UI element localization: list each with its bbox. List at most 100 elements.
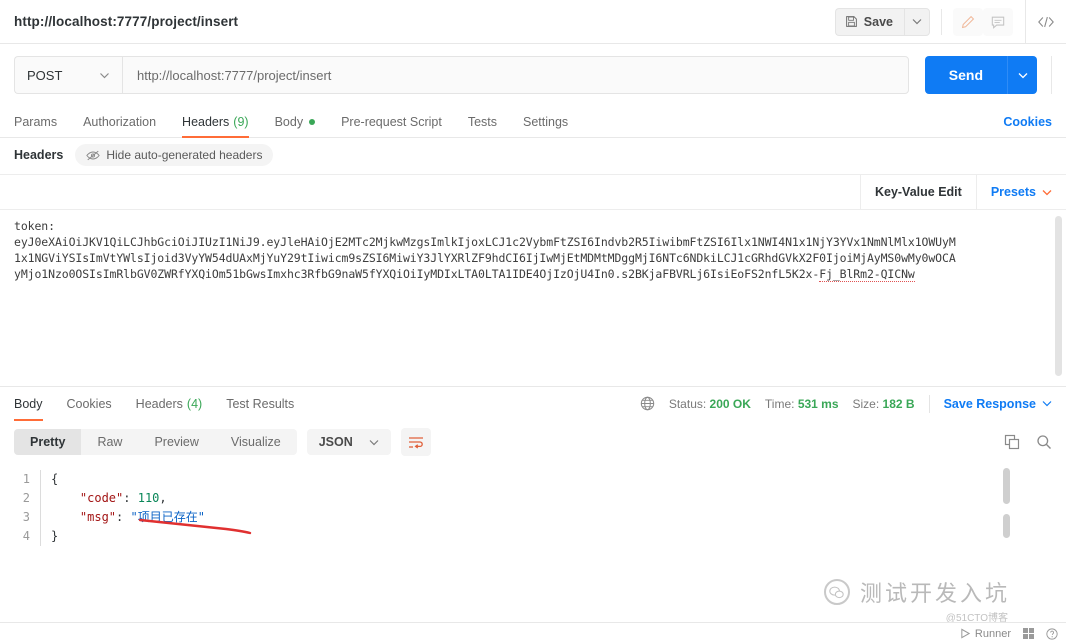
status-label: Status: xyxy=(668,396,707,411)
tab-body[interactable]: Body xyxy=(275,106,316,138)
headers-sub-bar: Headers Hide auto-generated headers xyxy=(0,138,1066,172)
response-tab-body[interactable]: Body xyxy=(14,387,43,421)
globe-icon xyxy=(640,396,655,411)
body-view-preview[interactable]: Preview xyxy=(138,429,214,455)
save-button-label: Save xyxy=(863,14,893,29)
chevron-down-icon xyxy=(99,72,110,79)
body-view-raw[interactable]: Raw xyxy=(81,429,138,455)
tab-label: Headers xyxy=(135,396,183,411)
request-tabs: Params Authorization Headers (9) Body Pr… xyxy=(0,106,1066,138)
code-snippet-button[interactable] xyxy=(1026,15,1066,29)
code-text: "code": 110, xyxy=(51,489,167,508)
headers-token-panel[interactable]: token: eyJ0eXAiOiJKV1QiLCJhbGciOiJIUzI1N… xyxy=(0,210,1066,386)
comment-button[interactable] xyxy=(983,7,1013,36)
edit-request-button[interactable] xyxy=(953,7,983,36)
tab-label: Tests xyxy=(467,114,497,129)
save-options-button[interactable] xyxy=(904,7,930,36)
body-view-visualize[interactable]: Visualize xyxy=(215,429,297,455)
url-input[interactable]: http://localhost:7777/project/insert xyxy=(122,56,909,94)
method-label: POST xyxy=(27,67,63,83)
token-scrollbar[interactable] xyxy=(1055,216,1062,376)
search-icon[interactable] xyxy=(1036,434,1052,450)
code-line: 2 "code": 110, xyxy=(0,489,1066,508)
code-token: "项目已存在" xyxy=(130,510,205,524)
size-value: 182 B xyxy=(882,396,915,411)
code-token: : xyxy=(116,510,131,524)
response-body-toolbar: Pretty Raw Preview Visualize JSON xyxy=(0,420,1066,464)
tab-pre-request-script[interactable]: Pre-request Script xyxy=(341,106,442,138)
token-line-1: eyJ0eXAiOiJKV1QiLCJhbGciOiJIUzI1NiJ9.eyJ… xyxy=(14,235,956,249)
size-badge: Size: 182 B xyxy=(853,397,915,411)
tab-label: Authorization xyxy=(83,114,157,129)
gutter-divider xyxy=(40,527,41,546)
save-response-label: Save Response xyxy=(943,396,1036,411)
line-number: 4 xyxy=(22,529,30,543)
code-line: 3 "msg": "项目已存在" xyxy=(0,508,1066,527)
token-line-3: yMjo1Nzo0OSIsImRlbGV0ZWRfYXQiOm51bGwsImx… xyxy=(6,266,1052,282)
url-text: http://localhost:7777/project/insert xyxy=(137,67,332,83)
response-scrollbar-secondary[interactable] xyxy=(1003,514,1010,538)
line-number: 1 xyxy=(22,472,30,486)
headers-label: Headers xyxy=(14,148,64,162)
runner-label: Runner xyxy=(974,627,1011,640)
tab-params[interactable]: Params xyxy=(14,106,57,138)
key-value-edit-button[interactable]: Key-Value Edit xyxy=(859,175,976,209)
save-button[interactable]: Save xyxy=(834,7,904,36)
send-options-button[interactable] xyxy=(1007,56,1037,94)
body-indicator-dot xyxy=(309,118,316,125)
chevron-down-icon xyxy=(1018,72,1028,79)
code-line: 4} xyxy=(0,527,1066,546)
tab-label: Cookies xyxy=(66,396,112,411)
tab-label: Body xyxy=(14,396,43,411)
tab-label: Body xyxy=(274,114,304,129)
code-token: : xyxy=(123,491,138,505)
tab-label: Settings xyxy=(523,114,569,129)
word-wrap-button[interactable] xyxy=(400,428,431,456)
code-lines: 1{2 "code": 110, 3 "msg": "项目已存在" 4} xyxy=(0,470,1066,546)
gutter-divider xyxy=(40,489,41,508)
runner-button[interactable]: Runner xyxy=(960,628,1011,640)
request-tab-title[interactable]: http://localhost:7777/project/insert xyxy=(14,14,238,29)
divider xyxy=(941,8,942,35)
response-tabs-bar: Body Cookies Headers (4) Test Results St… xyxy=(0,386,1066,421)
response-scrollbar[interactable] xyxy=(1003,468,1010,504)
tab-label: Params xyxy=(14,114,58,129)
presets-button[interactable]: Presets xyxy=(975,175,1066,209)
gutter-divider xyxy=(40,508,41,527)
help-icon[interactable] xyxy=(1046,627,1058,640)
response-tab-test-results[interactable]: Test Results xyxy=(226,387,294,421)
response-tab-cookies[interactable]: Cookies xyxy=(67,387,112,421)
response-body-actions xyxy=(1004,434,1052,450)
body-view-pretty[interactable]: Pretty xyxy=(14,429,82,455)
divider xyxy=(1051,56,1052,94)
copy-icon[interactable] xyxy=(1004,434,1020,450)
tab-tests[interactable]: Tests xyxy=(468,106,497,138)
cookies-link[interactable]: Cookies xyxy=(1003,115,1052,129)
grid-icon[interactable] xyxy=(1023,628,1034,639)
tab-headers[interactable]: Headers (9) xyxy=(182,106,249,138)
wechat-icon xyxy=(823,579,850,605)
response-tab-headers[interactable]: Headers (4) xyxy=(136,387,203,421)
code-token: , xyxy=(159,491,167,505)
tab-headers-count: (9) xyxy=(233,114,249,129)
time-label: Time: xyxy=(764,396,795,411)
method-selector[interactable]: POST xyxy=(14,56,122,94)
code-token: 110 xyxy=(137,491,160,505)
gutter-divider xyxy=(40,470,41,489)
token-line-3-main: yMjo1Nzo0OSIsImRlbGV0ZWRfYXQiOm51bGwsImx… xyxy=(14,267,820,281)
body-format-selector[interactable]: JSON xyxy=(306,429,391,455)
word-wrap-icon xyxy=(408,436,424,449)
tab-authorization[interactable]: Authorization xyxy=(83,106,156,138)
hide-auto-generated-headers-button[interactable]: Hide auto-generated headers xyxy=(75,144,274,166)
save-response-button[interactable]: Save Response xyxy=(944,397,1052,411)
tab-settings[interactable]: Settings xyxy=(523,106,568,138)
send-button[interactable]: Send xyxy=(924,56,1007,94)
floppy-disk-icon xyxy=(845,15,858,28)
divider xyxy=(928,394,930,413)
response-headers-count: (4) xyxy=(186,396,203,411)
response-status-group: Status: 200 OK Time: 531 ms Size: 182 B … xyxy=(640,394,1052,413)
code-token: "msg" xyxy=(79,510,117,524)
